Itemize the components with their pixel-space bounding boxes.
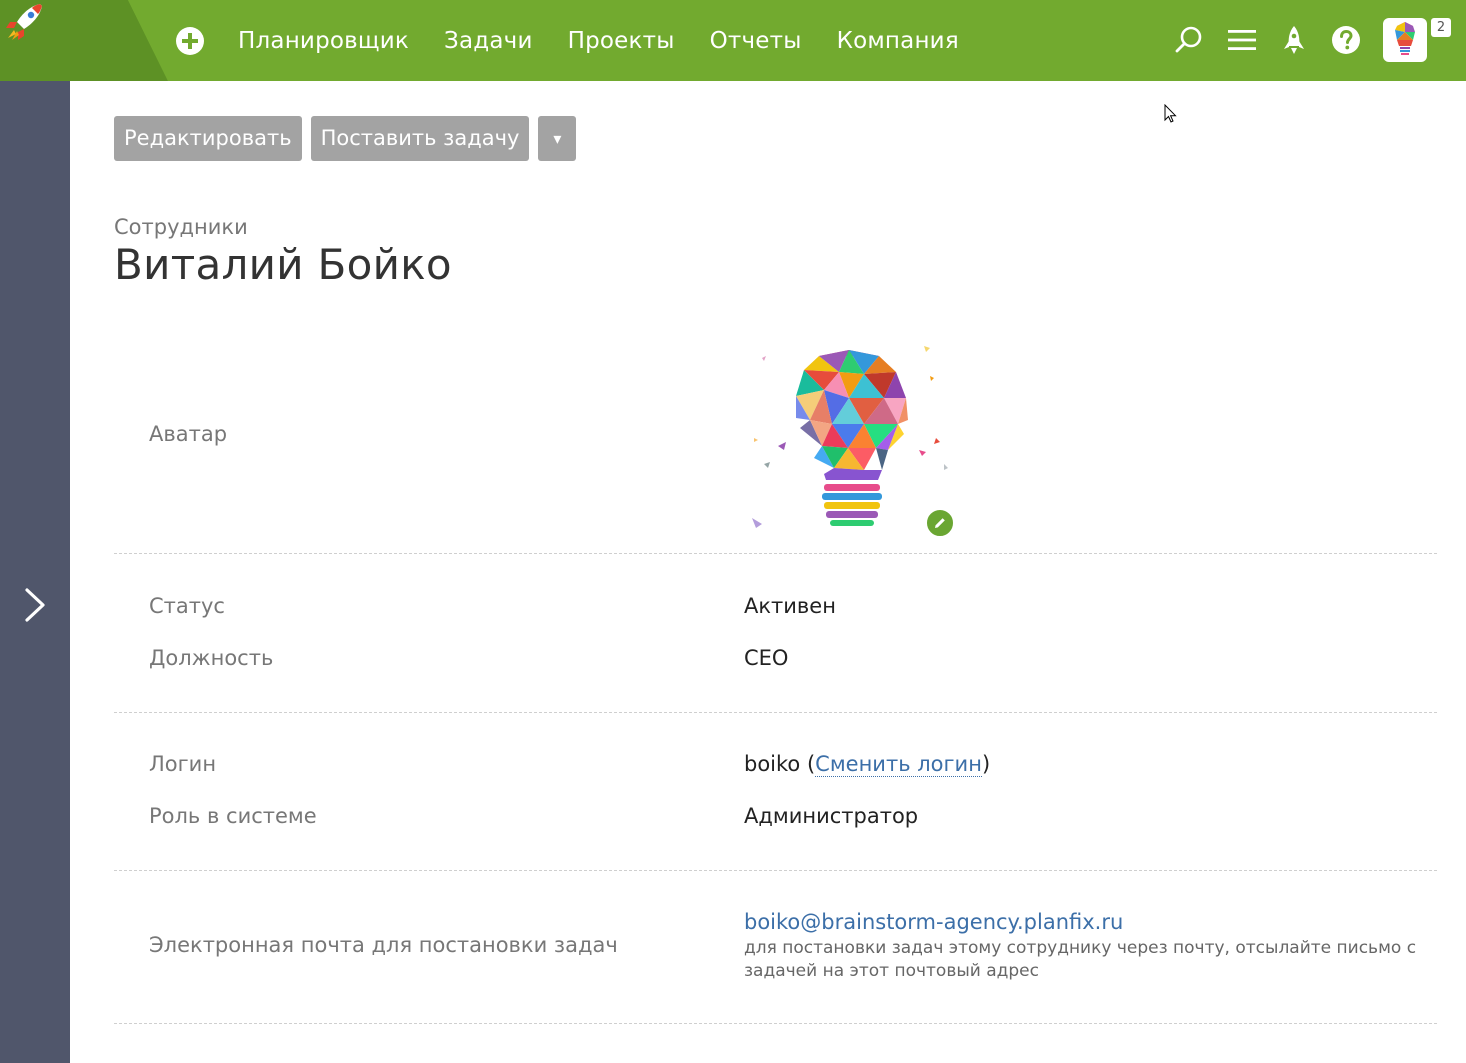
login-paren-close: ) xyxy=(981,752,991,776)
section-divider xyxy=(114,870,1437,871)
section-divider xyxy=(114,1023,1437,1024)
page-title: Виталий Бойко xyxy=(114,240,452,289)
change-login-link[interactable]: Сменить логин xyxy=(815,752,982,777)
lightbulb-avatar-icon xyxy=(1395,22,1415,55)
status-label: Статус xyxy=(149,594,225,618)
email-row: boiko@brainstorm-agency.planfix.ru xyxy=(744,910,1123,934)
mouse-cursor-icon xyxy=(1164,104,1177,123)
plus-circle-icon[interactable] xyxy=(175,26,205,56)
breadcrumb[interactable]: Сотрудники xyxy=(114,215,248,239)
position-label: Должность xyxy=(149,646,274,670)
action-toolbar: Редактировать Поставить задачу ▾ xyxy=(114,116,585,161)
avatar-image xyxy=(744,328,954,540)
nav-item-reports[interactable]: Отчеты xyxy=(710,28,802,54)
nav-item-projects[interactable]: Проекты xyxy=(568,28,675,54)
status-value: Активен xyxy=(744,594,836,618)
edit-avatar-button[interactable] xyxy=(925,508,955,538)
chevron-right-icon[interactable] xyxy=(20,587,50,623)
top-navigation-bar: Планировщик Задачи Проекты Отчеты Компан… xyxy=(0,0,1466,81)
menu-icon[interactable] xyxy=(1226,24,1258,56)
task-email-link[interactable]: boiko@brainstorm-agency.planfix.ru xyxy=(744,910,1123,934)
role-value: Администратор xyxy=(744,804,919,828)
logo-block[interactable] xyxy=(0,0,168,81)
main-nav: Планировщик Задачи Проекты Отчеты Компан… xyxy=(238,0,994,81)
edit-button[interactable]: Редактировать xyxy=(114,116,302,161)
nav-item-planner[interactable]: Планировщик xyxy=(238,28,409,54)
nav-item-tasks[interactable]: Задачи xyxy=(444,28,533,54)
sidebar xyxy=(0,81,70,1063)
rocket-logo-icon[interactable] xyxy=(0,0,48,44)
more-actions-dropdown-button[interactable]: ▾ xyxy=(538,116,577,161)
assign-task-button[interactable]: Поставить задачу xyxy=(310,116,530,161)
email-hint: для постановки задач этому сотруднику че… xyxy=(744,938,1417,981)
role-label: Роль в системе xyxy=(149,804,317,828)
search-icon[interactable] xyxy=(1173,24,1205,56)
pencil-icon xyxy=(935,518,945,528)
user-avatar[interactable] xyxy=(1383,18,1427,62)
nav-item-company[interactable]: Компания xyxy=(837,28,959,54)
avatar-label: Аватар xyxy=(149,422,228,446)
position-value: CEO xyxy=(744,646,789,670)
login-value: boiko xyxy=(744,752,801,776)
lightbulb-avatar-icon xyxy=(752,346,948,528)
section-divider xyxy=(114,712,1437,713)
notifications-badge[interactable]: 2 xyxy=(1431,18,1451,37)
login-row: boiko (Сменить логин) xyxy=(744,752,991,777)
login-paren-open: ( xyxy=(800,752,816,776)
rocket-icon[interactable] xyxy=(1278,24,1310,56)
login-label: Логин xyxy=(149,752,217,776)
section-divider xyxy=(114,553,1437,554)
email-label: Электронная почта для постановки задач xyxy=(149,933,618,957)
help-icon[interactable] xyxy=(1330,24,1362,56)
